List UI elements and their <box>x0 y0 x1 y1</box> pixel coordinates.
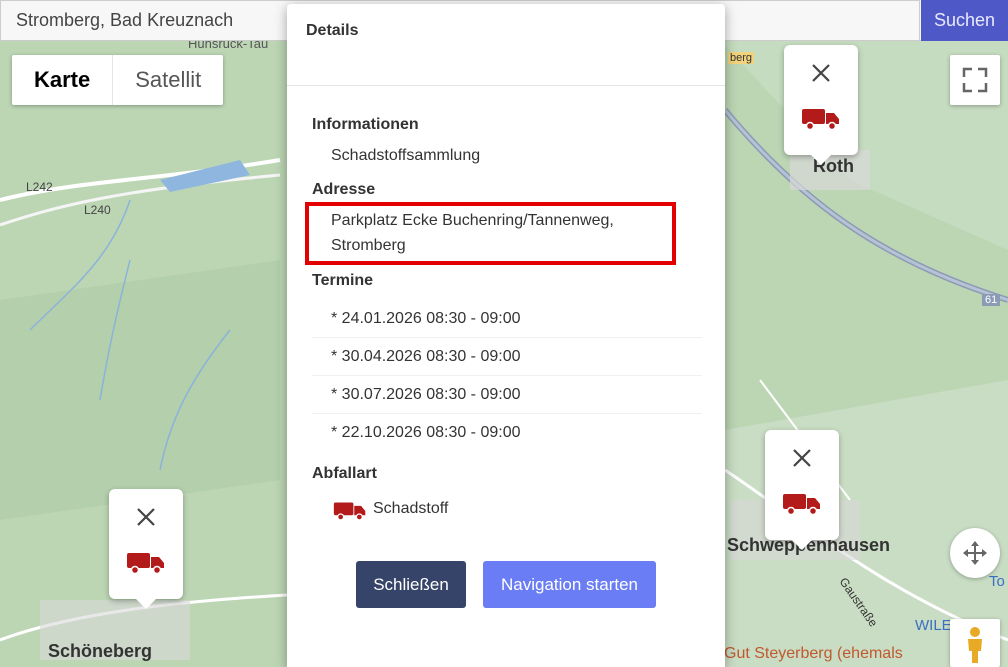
address-heading: Adresse <box>312 181 376 198</box>
info-text: Schadstoffsammlung <box>331 147 481 164</box>
date-divider <box>312 413 702 414</box>
close-icon[interactable] <box>790 446 814 470</box>
date-item: * 22.10.2026 08:30 - 09:00 <box>331 424 521 441</box>
place-label-wile: WILE <box>915 617 952 634</box>
modal-title: Details <box>306 22 359 39</box>
maptype-map-button[interactable]: Karte <box>12 55 114 105</box>
road-label-l240: L240 <box>84 203 111 217</box>
date-divider <box>312 375 702 376</box>
pan-arrows-icon <box>963 541 987 565</box>
dates-heading: Termine <box>312 272 374 289</box>
search-button[interactable]: Suchen <box>921 0 1008 41</box>
fullscreen-button[interactable] <box>950 55 1000 105</box>
close-icon[interactable] <box>809 61 833 85</box>
map-marker-schoeneberg[interactable] <box>109 489 183 609</box>
pan-control-button[interactable] <box>950 528 1000 578</box>
place-label-steyerberg: Gut Steyerberg (ehemals <box>724 645 903 662</box>
truck-icon <box>333 502 366 521</box>
waste-type-text: Schadstoff <box>373 500 449 517</box>
map-marker-schweppenhausen[interactable] <box>765 430 839 550</box>
truck-icon <box>802 109 839 131</box>
street-view-pegman-icon <box>968 627 982 663</box>
truck-icon <box>783 494 820 516</box>
close-icon[interactable] <box>134 505 158 529</box>
date-item: * 30.07.2026 08:30 - 09:00 <box>331 386 521 403</box>
map-marker-roth[interactable] <box>784 45 858 165</box>
waste-heading: Abfallart <box>312 465 377 482</box>
address-line-2: Stromberg <box>331 237 406 254</box>
truck-icon <box>127 553 164 575</box>
modal-header: Details <box>287 4 725 86</box>
road-label-l242: L242 <box>26 180 53 194</box>
maptype-satellite-button[interactable]: Satellit <box>113 55 223 105</box>
road-label-61: 61 <box>982 294 1001 306</box>
details-modal: Details Informationen Schadstoffsammlung… <box>287 4 725 667</box>
date-divider <box>312 337 702 338</box>
info-heading: Informationen <box>312 116 419 133</box>
date-item: * 24.01.2026 08:30 - 09:00 <box>331 310 521 327</box>
street-view-button[interactable] <box>950 619 1000 667</box>
start-navigation-button[interactable]: Navigation starten <box>483 561 656 608</box>
close-button[interactable]: Schließen <box>356 561 466 608</box>
address-line-1: Parkplatz Ecke Buchenring/Tannenweg, <box>331 212 614 229</box>
date-item: * 30.04.2026 08:30 - 09:00 <box>331 348 521 365</box>
town-label-schoeneberg: Schöneberg <box>48 641 153 661</box>
place-tag-stromberg: berg <box>728 52 755 64</box>
map-type-control: Karte Satellit <box>12 55 224 105</box>
fullscreen-icon <box>962 67 988 93</box>
